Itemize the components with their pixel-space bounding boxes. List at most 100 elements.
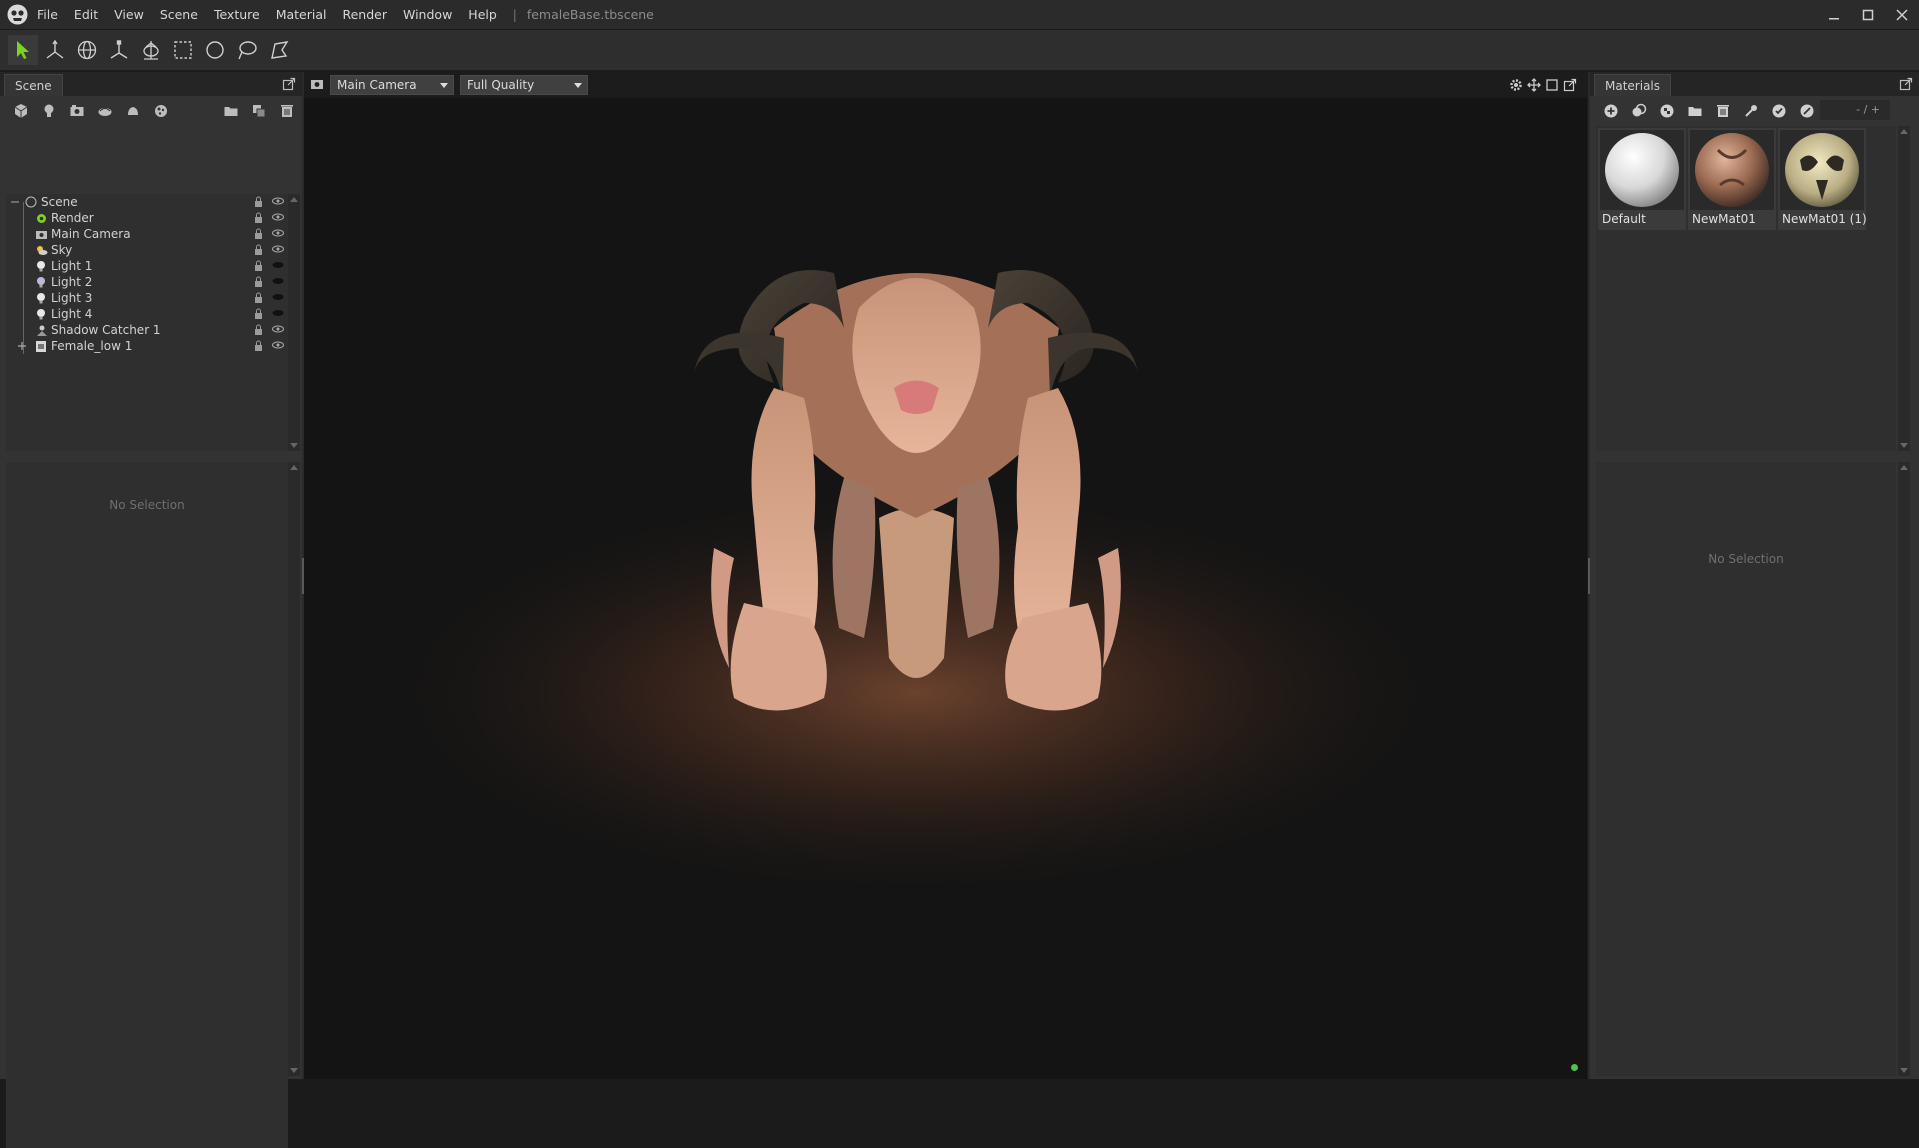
maximize-icon[interactable] — [1851, 0, 1885, 29]
quality-select-value: Full Quality — [467, 78, 535, 92]
visibility-eye-icon[interactable] — [272, 309, 284, 317]
fullscreen-frame-icon[interactable] — [1543, 76, 1561, 94]
tree-item-render[interactable]: Render — [6, 210, 288, 226]
menu-texture[interactable]: Texture — [214, 7, 260, 22]
material-properties-scrollbar[interactable] — [1898, 462, 1910, 1076]
polygon-select-icon[interactable] — [264, 35, 294, 65]
scene-properties-scrollbar[interactable] — [288, 462, 300, 1076]
menu-window[interactable]: Window — [403, 7, 452, 22]
close-icon[interactable] — [1885, 0, 1919, 29]
delete-icon[interactable] — [274, 100, 300, 122]
menu-edit[interactable]: Edit — [74, 7, 98, 22]
add-material-icon[interactable] — [1598, 100, 1624, 122]
camera-select[interactable]: Main Camera — [330, 75, 454, 95]
visibility-eye-icon[interactable] — [272, 341, 284, 349]
visibility-eye-icon[interactable] — [272, 213, 284, 221]
open-folder-icon[interactable] — [1682, 100, 1708, 122]
add-mesh-icon[interactable] — [8, 100, 34, 122]
tree-item-light-2[interactable]: Light 2 — [6, 274, 288, 290]
minimize-icon[interactable] — [1817, 0, 1851, 29]
render-viewport[interactable]: Main Camera Full Quality — [304, 72, 1587, 1079]
material-item-newmat01-1[interactable]: NewMat01 (1) — [1778, 128, 1867, 230]
undock-icon[interactable] — [1899, 77, 1913, 91]
render-status-indicator — [1571, 1064, 1578, 1071]
visibility-eye-icon[interactable] — [272, 277, 284, 285]
lock-icon[interactable] — [254, 292, 263, 303]
delete-icon[interactable] — [1710, 100, 1736, 122]
rect-select-icon[interactable] — [168, 35, 198, 65]
lock-icon[interactable] — [254, 324, 263, 335]
scene-tree-scrollbar[interactable] — [288, 194, 300, 451]
no-selection-label: No Selection — [1708, 552, 1784, 566]
expand-plus-icon[interactable] — [18, 342, 26, 350]
tree-item-label: Shadow Catcher 1 — [51, 323, 161, 337]
material-count-field[interactable]: - / + — [1820, 100, 1890, 120]
visibility-eye-icon[interactable] — [272, 293, 284, 301]
add-sky-icon[interactable] — [92, 100, 118, 122]
lock-icon[interactable] — [254, 212, 263, 223]
menu-file[interactable]: File — [37, 7, 58, 22]
material-grid-scrollbar[interactable] — [1898, 126, 1910, 451]
visibility-eye-icon[interactable] — [272, 245, 284, 253]
settings-gear-icon[interactable] — [1507, 76, 1525, 94]
visibility-eye-icon[interactable] — [272, 261, 284, 269]
tree-item-label: Light 3 — [51, 291, 93, 305]
tree-item-shadow-catcher-1[interactable]: Shadow Catcher 1 — [6, 322, 288, 338]
tree-item-scene[interactable]: Scene — [6, 194, 288, 210]
scene-tree: Scene Render Main Camera Sky Light 1 Lig… — [6, 194, 288, 451]
scale-gizmo-icon[interactable] — [104, 35, 134, 65]
open-folder-icon[interactable] — [218, 100, 244, 122]
window-controls — [1817, 0, 1919, 29]
tree-item-sky[interactable]: Sky — [6, 242, 288, 258]
add-shadow-catcher-icon[interactable] — [120, 100, 146, 122]
lock-icon[interactable] — [254, 260, 263, 271]
lasso-select-icon[interactable] — [232, 35, 262, 65]
material-thumbnail — [1600, 130, 1684, 210]
quality-select[interactable]: Full Quality — [460, 75, 588, 95]
lock-icon[interactable] — [254, 308, 263, 319]
select-arrow-icon[interactable] — [8, 35, 38, 65]
lock-icon[interactable] — [254, 196, 263, 207]
tab-scene[interactable]: Scene — [4, 74, 63, 96]
undock-icon[interactable] — [282, 77, 296, 91]
menu-help[interactable]: Help — [468, 7, 497, 22]
translate-gizmo-icon[interactable] — [40, 35, 70, 65]
tree-item-light-1[interactable]: Light 1 — [6, 258, 288, 274]
lock-icon[interactable] — [254, 276, 263, 287]
pivot-icon[interactable] — [136, 35, 166, 65]
material-item-newmat01[interactable]: NewMat01 — [1688, 128, 1776, 230]
render-gear-icon — [34, 211, 48, 225]
menu-scene[interactable]: Scene — [160, 7, 198, 22]
circle-select-icon[interactable] — [200, 35, 230, 65]
undock-icon[interactable] — [1561, 76, 1579, 94]
scene-properties: No Selection — [6, 462, 288, 1148]
duplicate-material-icon[interactable] — [1626, 100, 1652, 122]
tab-materials[interactable]: Materials — [1594, 74, 1672, 96]
tree-item-light-3[interactable]: Light 3 — [6, 290, 288, 306]
visibility-eye-icon[interactable] — [272, 325, 284, 333]
chevron-down-icon — [440, 83, 448, 88]
tree-item-main-camera[interactable]: Main Camera — [6, 226, 288, 242]
menu-view[interactable]: View — [114, 7, 144, 22]
material-item-default[interactable]: Default — [1598, 128, 1686, 230]
add-material-ball-icon[interactable] — [148, 100, 174, 122]
visibility-eye-icon[interactable] — [272, 229, 284, 237]
menu-material[interactable]: Material — [276, 7, 327, 22]
tree-item-female-low-1[interactable]: Female_low 1 — [6, 338, 288, 354]
add-light-icon[interactable] — [36, 100, 62, 122]
lock-icon[interactable] — [254, 244, 263, 255]
tree-item-light-4[interactable]: Light 4 — [6, 306, 288, 322]
add-camera-icon[interactable] — [64, 100, 90, 122]
visibility-eye-icon[interactable] — [272, 197, 284, 205]
menu-render[interactable]: Render — [342, 7, 387, 22]
rotate-globe-icon[interactable] — [72, 35, 102, 65]
reset-icon[interactable] — [1794, 100, 1820, 122]
document-title: femaleBase.tbscene — [526, 7, 654, 22]
duplicate-icon[interactable] — [246, 100, 272, 122]
pan-move-icon[interactable] — [1525, 76, 1543, 94]
lock-icon[interactable] — [254, 228, 263, 239]
lock-icon[interactable] — [254, 340, 263, 351]
checker-icon[interactable] — [1654, 100, 1680, 122]
apply-icon[interactable] — [1766, 100, 1792, 122]
assign-icon[interactable] — [1738, 100, 1764, 122]
